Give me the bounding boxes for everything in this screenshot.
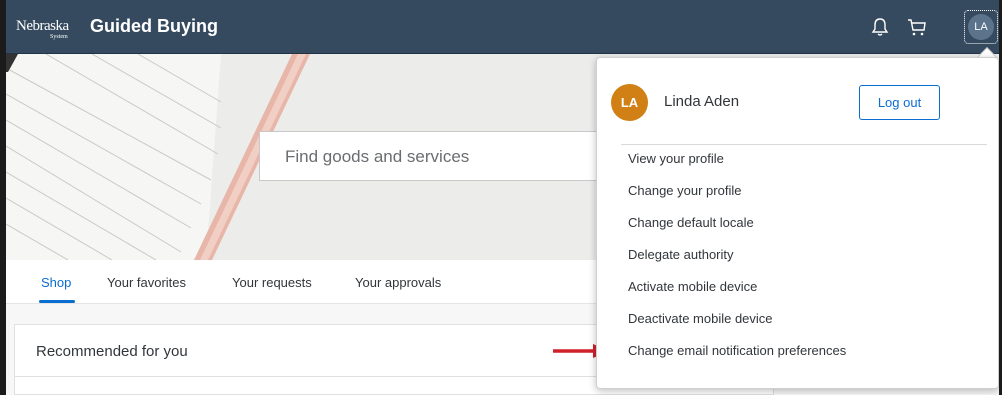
menu-item-change-locale[interactable]: Change default locale [628, 215, 754, 230]
search-placeholder: Find goods and services [285, 147, 470, 166]
tab-shop[interactable]: Shop [41, 275, 71, 290]
user-avatar-button[interactable]: LA [964, 10, 998, 44]
tab-your-requests[interactable]: Your requests [232, 275, 312, 290]
user-name: Linda Aden [664, 93, 740, 110]
user-menu-popover: LA Linda Aden Log out View your profile … [596, 57, 999, 389]
logo-subtext: System [50, 34, 68, 40]
menu-item-activate-mobile[interactable]: Activate mobile device [628, 279, 757, 294]
active-tab-indicator [39, 300, 75, 303]
cart-button[interactable] [904, 14, 930, 40]
recommended-title: Recommended for you [36, 343, 188, 360]
cart-icon [908, 19, 926, 36]
search-input[interactable]: Find goods and services [259, 131, 619, 181]
menu-divider [621, 144, 987, 145]
notifications-button[interactable] [867, 14, 893, 40]
logout-button[interactable]: Log out [859, 85, 940, 120]
bell-icon [871, 18, 889, 36]
menu-item-delegate-authority[interactable]: Delegate authority [628, 247, 734, 262]
menu-item-email-notification-preferences[interactable]: Change email notification preferences [628, 343, 846, 358]
menu-item-change-profile[interactable]: Change your profile [628, 183, 741, 198]
user-avatar: LA [611, 84, 648, 121]
menu-item-deactivate-mobile[interactable]: Deactivate mobile device [628, 311, 773, 326]
logo-wordmark: Nebraska [16, 18, 69, 34]
tab-your-approvals[interactable]: Your approvals [355, 275, 441, 290]
menu-item-view-profile[interactable]: View your profile [628, 151, 724, 166]
tab-your-favorites[interactable]: Your favorites [107, 275, 186, 290]
guided-buying-app: Nebraska System Guided Buying LA Find go… [6, 0, 999, 395]
nebraska-logo[interactable]: Nebraska System [16, 14, 88, 40]
app-header: Nebraska System Guided Buying LA [6, 0, 999, 54]
avatar: LA [968, 14, 994, 40]
app-title: Guided Buying [90, 16, 218, 36]
